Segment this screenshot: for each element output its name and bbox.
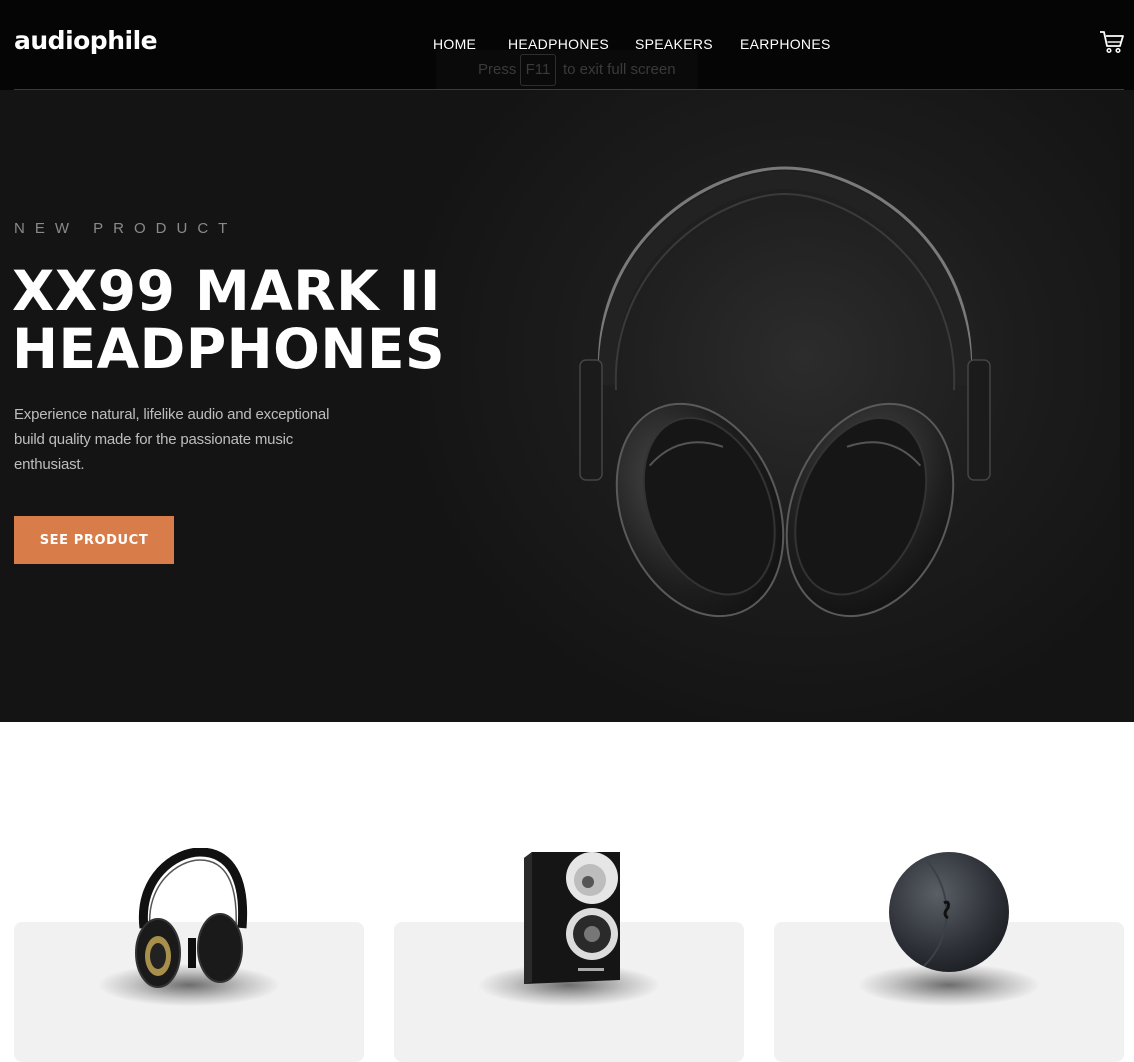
fullscreen-notice: Press F11 to exit full screen: [436, 50, 698, 90]
nav-earphones-link[interactable]: EARPHONES: [740, 36, 831, 52]
header-divider: [14, 89, 1124, 90]
nav-home-link[interactable]: HOME: [433, 36, 476, 52]
nav-headphones-link[interactable]: HEADPHONES: [508, 36, 609, 52]
audiophile-logo[interactable]: audiophile: [14, 26, 158, 55]
hero-headphones-image: [579, 166, 991, 618]
site-header: audiophile Press F11 to exit full screen…: [0, 0, 1134, 90]
hero-title-line-1: XX99 MARK II: [12, 259, 441, 323]
see-product-button[interactable]: SEE PRODUCT: [14, 516, 174, 564]
earphones-case-thumbnail: [889, 852, 1009, 972]
fullscreen-notice-text-2: to exit full screen: [563, 61, 676, 78]
cart-icon[interactable]: [1099, 30, 1125, 54]
hero-title-line-2: HEADPHONES: [12, 317, 446, 381]
headphones-thumbnail: [135, 848, 248, 988]
nav-speakers-link[interactable]: SPEAKERS: [635, 36, 713, 52]
hero-title: XX99 MARK II HEADPHONES: [12, 262, 445, 378]
hero-section: NEW PRODUCT XX99 MARK II HEADPHONES Expe…: [0, 0, 1134, 722]
hero-description: Experience natural, lifelike audio and e…: [14, 406, 330, 473]
speaker-thumbnail: [524, 852, 620, 984]
fullscreen-notice-text: Press: [478, 61, 517, 78]
new-product-overline: NEW PRODUCT: [14, 220, 238, 237]
f11-key: F11: [520, 54, 556, 86]
